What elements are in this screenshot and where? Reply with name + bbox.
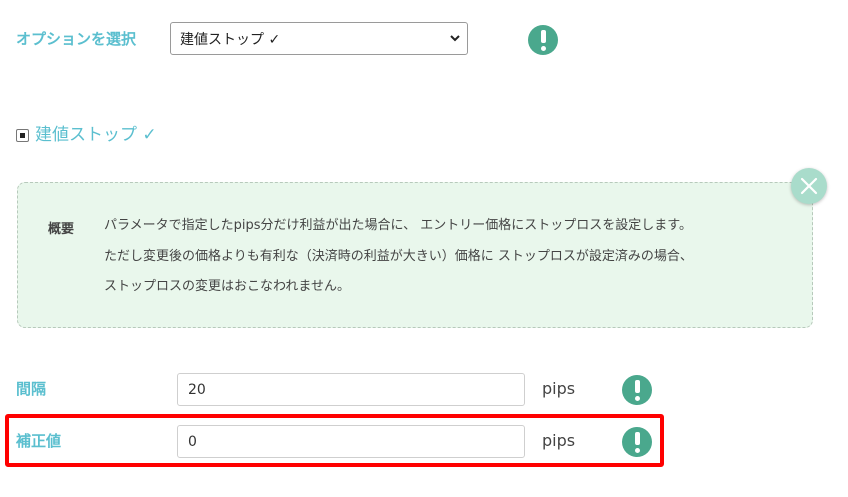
option-select-value: 建値ストップ ✓ [180,31,281,48]
option-label: オプションを選択 [16,30,137,48]
close-icon [800,177,818,195]
exclamation-circle-icon [622,375,652,405]
info-line: ストップロスの変更はおこなわれません。 [104,279,350,294]
info-title: 概要 [48,222,75,237]
highlight-box [5,414,664,467]
chevron-down-icon [450,35,460,42]
option-select[interactable]: 建値ストップ ✓ [170,22,468,55]
info-line: ただし変更後の価格よりも有利な（決済時の利益が大きい）価格に ストップロスが設定… [104,249,693,264]
stop-checkbox-row[interactable]: 建値ストップ ✓ [16,124,157,146]
stop-checkbox[interactable] [16,128,29,142]
close-button[interactable] [791,168,827,204]
stop-checkbox-label: 建値ストップ ✓ [35,125,157,145]
interval-label: 間隔 [16,380,47,398]
exclamation-circle-icon [528,25,558,55]
interval-input-value: 20 [188,381,206,398]
info-line: パラメータで指定したpips分だけ利益が出た場合に、 エントリー価格にストップロ… [104,218,692,233]
interval-input[interactable]: 20 [177,373,525,406]
interval-unit: pips [542,379,576,398]
